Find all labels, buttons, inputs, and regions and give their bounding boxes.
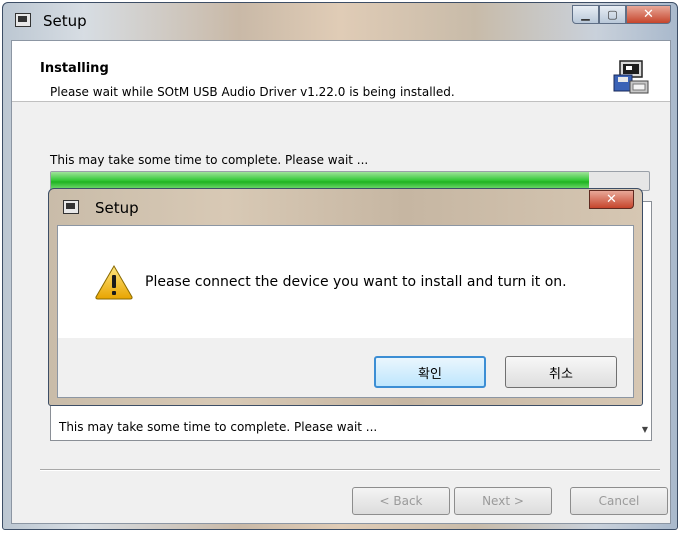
dialog-cancel-button[interactable]: 취소 <box>505 356 617 388</box>
dialog-body: Please connect the device you want to in… <box>57 225 634 398</box>
maximize-button[interactable]: ▢ <box>599 5 626 24</box>
dialog-app-icon <box>63 200 79 214</box>
minimize-icon: ▁ <box>581 8 590 21</box>
window-controls: ▁ ▢ ✕ <box>572 5 671 25</box>
warning-icon <box>95 265 133 300</box>
divider <box>40 469 660 471</box>
scroll-down-icon[interactable]: ▼ <box>642 425 648 434</box>
next-button[interactable]: Next > <box>454 487 552 515</box>
dialog-message: Please connect the device you want to in… <box>145 274 567 290</box>
close-button[interactable]: ✕ <box>626 5 671 24</box>
maximize-icon: ▢ <box>607 8 618 21</box>
cancel-button[interactable]: Cancel <box>570 487 668 515</box>
dialog-close-button[interactable]: ✕ <box>589 190 634 209</box>
ok-button[interactable]: 확인 <box>374 356 486 388</box>
close-icon: ✕ <box>643 7 654 22</box>
window-title: Setup <box>43 12 87 30</box>
wizard-header: Installing Please wait while SOtM USB Au… <box>12 41 670 102</box>
close-icon: ✕ <box>606 192 617 207</box>
back-button[interactable]: < Back <box>352 487 450 515</box>
dialog-message-area: Please connect the device you want to in… <box>58 226 633 338</box>
minimize-button[interactable]: ▁ <box>572 5 599 24</box>
installer-icon <box>613 60 649 94</box>
connect-device-dialog: Setup ✕ Please connect the device you wa… <box>48 188 643 406</box>
app-icon <box>15 13 31 27</box>
dialog-title: Setup <box>95 199 139 217</box>
page-subtitle: Please wait while SOtM USB Audio Driver … <box>50 85 455 99</box>
page-title: Installing <box>40 61 109 76</box>
status-text: This may take some time to complete. Ple… <box>50 153 369 167</box>
log-line: This may take some time to complete. Ple… <box>59 420 378 434</box>
